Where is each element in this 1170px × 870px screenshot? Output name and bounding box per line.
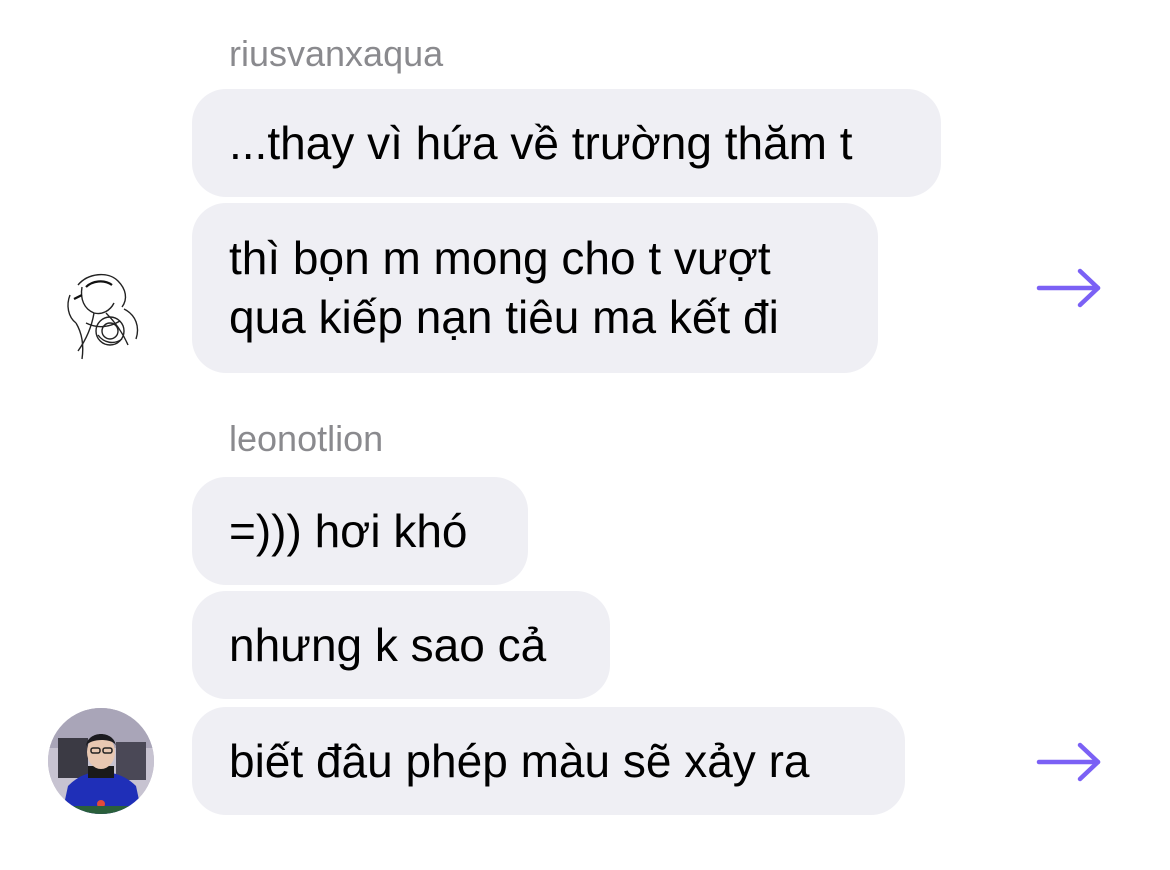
sender-name: leonotlion (229, 418, 384, 459)
sender-name: riusvanxaqua (229, 33, 444, 74)
message-text-line: thì bọn m mong cho t vượt (229, 232, 771, 284)
arrow-right-icon[interactable] (1036, 268, 1102, 308)
photo-avatar-icon[interactable] (48, 708, 154, 814)
message-bubble[interactable]: ...thay vì hứa về trường thăm t (192, 89, 941, 197)
message-bubble[interactable]: =))) hơi khó (192, 477, 528, 585)
sketch-avatar-icon[interactable] (48, 265, 154, 371)
message-bubble[interactable]: biết đâu phép màu sẽ xảy ra (192, 707, 905, 815)
message-text: ...thay vì hứa về trường thăm t (229, 116, 853, 169)
arrow-right-icon[interactable] (1036, 742, 1102, 782)
message-bubble[interactable]: nhưng k sao cả (192, 591, 610, 699)
message-text: =))) hơi khó (229, 504, 468, 557)
message-bubble[interactable]: thì bọn m mong cho t vượt qua kiếp nạn t… (192, 203, 878, 373)
message-text-line: qua kiếp nạn tiêu ma kết đi (229, 291, 779, 343)
message-text: nhưng k sao cả (229, 618, 547, 671)
message-text: biết đâu phép màu sẽ xảy ra (229, 734, 810, 787)
